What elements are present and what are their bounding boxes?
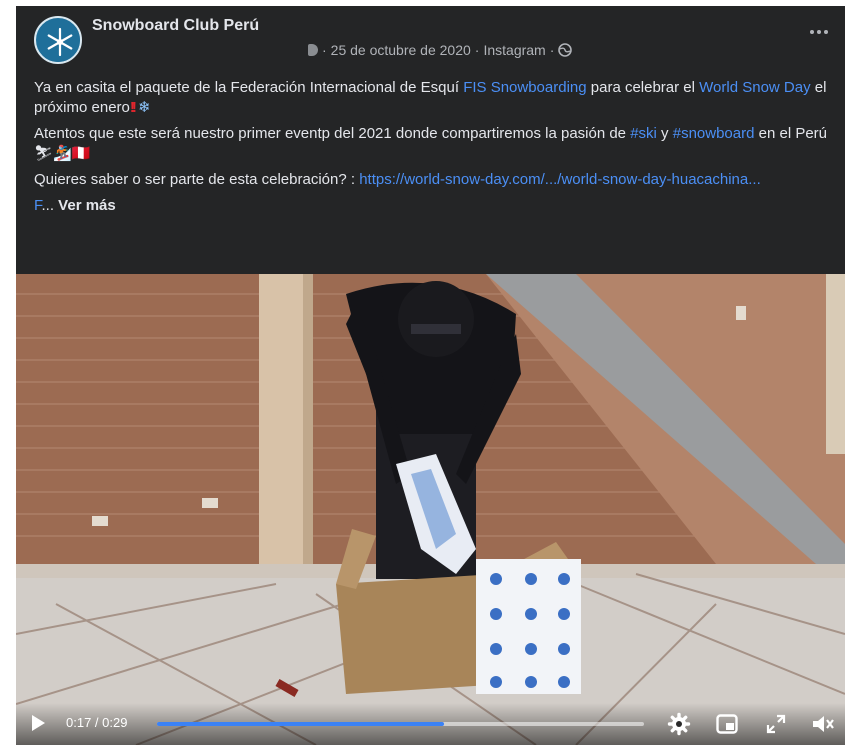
skier-snowboarder-peru-flag-icon: ⛷🏂🇵🇪 xyxy=(34,145,91,162)
more-options-icon xyxy=(824,30,828,34)
separator: · xyxy=(322,42,327,58)
text: Ya en casita el paquete de la Federación… xyxy=(34,79,464,96)
video-frame xyxy=(16,274,845,745)
video-controls: 0:17 / 0:29 xyxy=(16,703,845,745)
play-icon[interactable] xyxy=(32,715,45,731)
world-snow-day-url-link[interactable]: https://world-snow-day.com/.../world-sno… xyxy=(359,171,761,188)
more-options-icon xyxy=(810,30,814,34)
post-paragraph: Ya en casita el paquete de la Federación… xyxy=(34,78,834,118)
post-text: Ya en casita el paquete de la Federación… xyxy=(34,78,834,222)
video-progress-bar[interactable] xyxy=(157,722,644,726)
more-options-icon xyxy=(817,30,821,34)
text: Quieres saber o ser parte de esta celebr… xyxy=(34,171,360,188)
text: ... xyxy=(41,197,59,214)
separator: · xyxy=(474,42,480,58)
hashtag-snowboard-link[interactable]: #snowboard xyxy=(673,125,755,142)
volume-muted-icon[interactable] xyxy=(811,713,835,740)
duration: 0:29 xyxy=(102,715,128,730)
post-meta: · 25 de octubre de 2020 · Instagram · xyxy=(308,42,573,58)
hashtag-ski-link[interactable]: #ski xyxy=(630,125,657,142)
post-paragraph: Atentos que este será nuestro primer eve… xyxy=(34,124,834,164)
video-time: 0:17 / 0:29 xyxy=(66,715,127,730)
page-name-link[interactable]: Snowboard Club Perú xyxy=(92,17,259,35)
truncated-link[interactable]: F xyxy=(34,197,42,214)
post-paragraph: F... Ver más xyxy=(34,196,834,216)
settings-gear-icon[interactable] xyxy=(667,712,691,741)
text: en el Perú xyxy=(754,125,828,142)
world-snow-day-link[interactable]: World Snow Day xyxy=(699,79,810,96)
tag-icon xyxy=(308,44,318,56)
post-source: Instagram xyxy=(483,42,546,58)
time-separator: / xyxy=(91,715,103,730)
page-avatar[interactable] xyxy=(34,16,82,64)
video-player[interactable]: 0:17 / 0:29 xyxy=(16,274,845,745)
separator: · xyxy=(549,42,555,58)
post-paragraph: Quieres saber o ser parte de esta celebr… xyxy=(34,170,834,190)
facebook-post-card: Snowboard Club Perú · 25 de octubre de 2… xyxy=(16,6,845,745)
fis-snowboarding-link[interactable]: FIS Snowboarding xyxy=(463,79,586,96)
see-more-button[interactable]: Ver más xyxy=(58,197,116,214)
text: para celebrar el xyxy=(586,79,700,96)
current-time: 0:17 xyxy=(66,715,92,730)
text: y xyxy=(656,125,673,142)
video-progress-fill xyxy=(157,722,445,726)
snowflake-icon: ❄ xyxy=(138,99,151,116)
more-options-button[interactable] xyxy=(807,26,831,38)
snowflake-logo-icon xyxy=(38,20,80,62)
fullscreen-icon[interactable] xyxy=(766,714,786,739)
post-timestamp[interactable]: 25 de octubre de 2020 xyxy=(331,42,471,58)
globe-icon[interactable] xyxy=(558,43,573,57)
double-exclamation-icon: !! xyxy=(129,99,137,116)
picture-in-picture-icon[interactable] xyxy=(716,714,738,739)
text: Atentos que este será nuestro primer eve… xyxy=(34,125,631,142)
